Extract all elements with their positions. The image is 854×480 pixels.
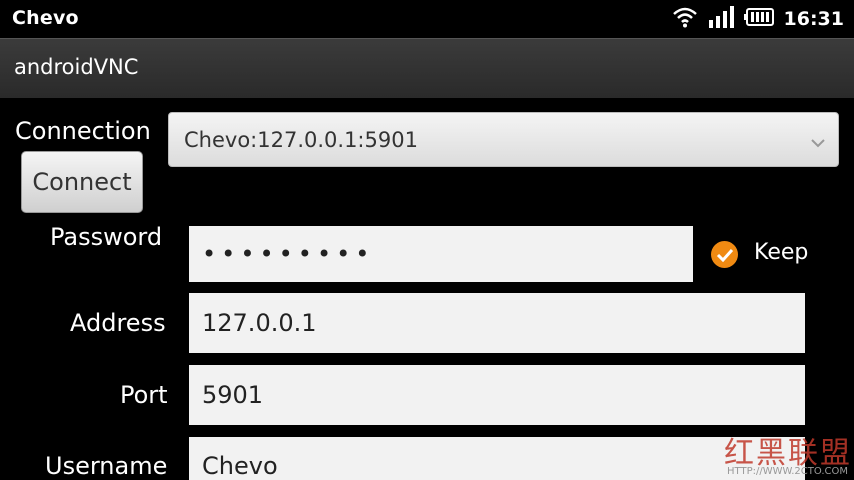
password-label: Password [50, 223, 163, 251]
status-bar: Chevo 16:31 [0, 0, 854, 38]
action-bar: androidVNC [0, 38, 854, 98]
chevron-down-icon [810, 130, 826, 154]
address-label: Address [70, 309, 166, 337]
signal-icon [708, 6, 734, 32]
address-field[interactable]: 127.0.0.1 [189, 293, 805, 353]
watermark-url: HTTP://WWW.2CTO.COM [727, 466, 848, 477]
wifi-icon [672, 6, 698, 32]
battery-icon [743, 8, 774, 30]
username-field[interactable]: Chevo [189, 437, 805, 480]
connect-button[interactable]: Connect [21, 151, 143, 213]
status-icons: 16:31 [672, 6, 844, 32]
connection-label: Connection [15, 117, 151, 145]
keep-checkbox[interactable] [711, 241, 738, 268]
connection-select[interactable]: Chevo:127.0.0.1:5901 [168, 112, 839, 167]
port-label: Port [120, 381, 168, 409]
status-time: 16:31 [783, 8, 844, 30]
status-title: Chevo [12, 7, 79, 29]
password-field[interactable]: ••••••••• [189, 226, 693, 282]
keep-label: Keep [754, 240, 809, 265]
connection-selected-value: Chevo:127.0.0.1:5901 [184, 127, 418, 152]
username-label: Username [45, 452, 168, 480]
port-field[interactable]: 5901 [189, 365, 805, 425]
app-title: androidVNC [14, 55, 139, 79]
